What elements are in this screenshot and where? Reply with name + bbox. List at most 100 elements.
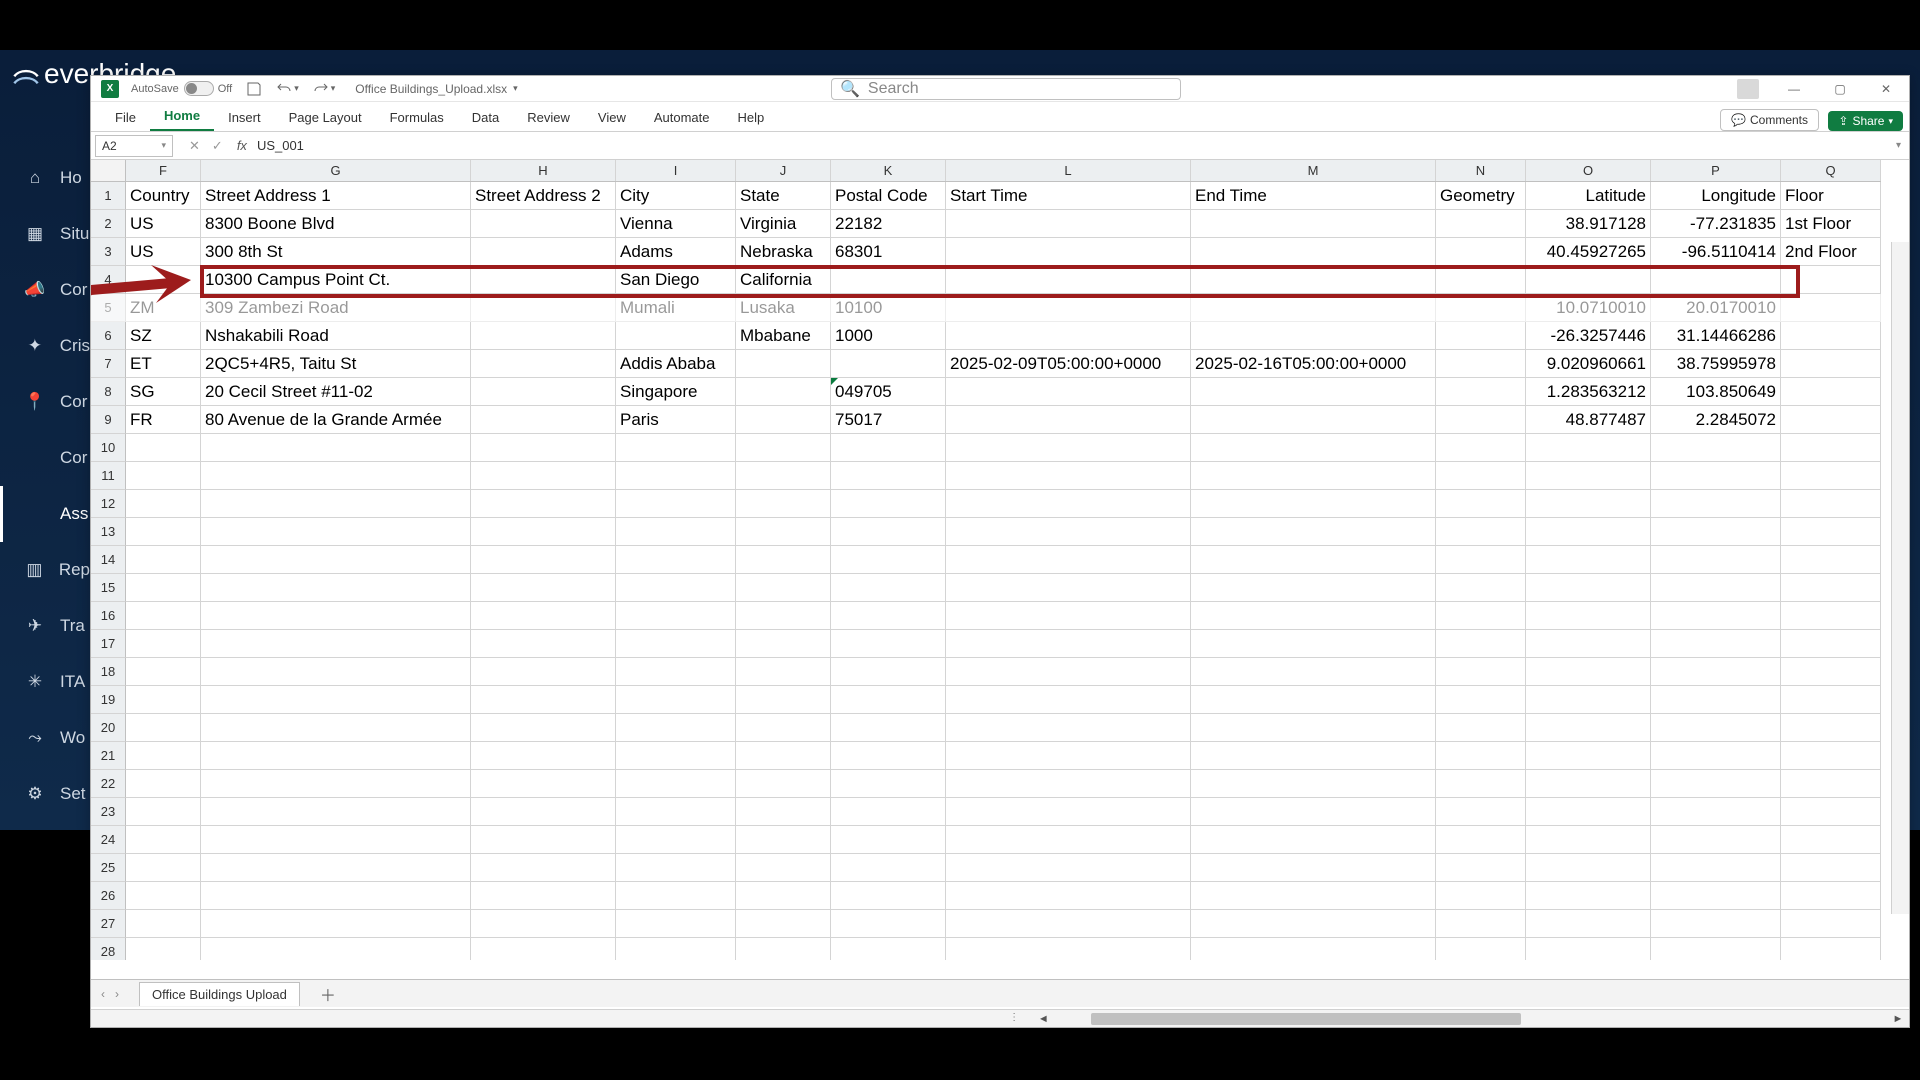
cell[interactable]: FR [126, 406, 201, 434]
cell[interactable] [831, 882, 946, 910]
cell[interactable] [616, 770, 736, 798]
cell[interactable] [616, 546, 736, 574]
cell[interactable] [471, 882, 616, 910]
column-header-P[interactable]: P [1651, 160, 1781, 181]
cell[interactable] [126, 574, 201, 602]
cell[interactable]: 10300 Campus Point Ct. [201, 266, 471, 294]
cell[interactable] [126, 910, 201, 938]
cell[interactable] [946, 378, 1191, 406]
select-all-corner[interactable] [91, 160, 126, 181]
cell[interactable] [1526, 686, 1651, 714]
cell[interactable] [616, 938, 736, 960]
cell[interactable]: 20.0170010 [1651, 294, 1781, 322]
cell[interactable]: Paris [616, 406, 736, 434]
cell[interactable] [1191, 546, 1436, 574]
cell[interactable] [946, 882, 1191, 910]
cell[interactable] [946, 322, 1191, 350]
row-header[interactable]: 18 [91, 658, 126, 686]
cell[interactable]: Nebraska [736, 238, 831, 266]
cell[interactable] [736, 854, 831, 882]
cell[interactable]: 75017 [831, 406, 946, 434]
cell[interactable] [946, 686, 1191, 714]
ribbon-tab-data[interactable]: Data [458, 104, 513, 131]
spreadsheet-grid[interactable]: FGHIJKLMNOPQ 1CountryStreet Address 1Str… [91, 160, 1909, 960]
cell[interactable] [1781, 686, 1881, 714]
row-header[interactable]: 26 [91, 882, 126, 910]
cell[interactable] [1436, 770, 1526, 798]
cell[interactable] [1526, 546, 1651, 574]
cell[interactable] [1651, 658, 1781, 686]
cell[interactable]: Longitude [1651, 182, 1781, 210]
cell[interactable] [1436, 798, 1526, 826]
cell[interactable] [1526, 630, 1651, 658]
cell[interactable] [736, 938, 831, 960]
user-avatar[interactable] [1737, 79, 1759, 99]
cell[interactable] [1191, 826, 1436, 854]
cell[interactable]: City [616, 182, 736, 210]
cell[interactable] [1781, 350, 1881, 378]
vertical-scrollbar[interactable] [1891, 242, 1909, 914]
cell[interactable] [946, 826, 1191, 854]
ribbon-tab-help[interactable]: Help [724, 104, 779, 131]
cell[interactable] [1191, 658, 1436, 686]
row-header[interactable]: 11 [91, 462, 126, 490]
comments-button[interactable]: 💬Comments [1720, 109, 1819, 131]
cell[interactable] [831, 910, 946, 938]
cell[interactable] [946, 938, 1191, 960]
cell[interactable] [1781, 546, 1881, 574]
cell[interactable] [471, 630, 616, 658]
cell[interactable] [1436, 378, 1526, 406]
cell[interactable] [201, 882, 471, 910]
cell[interactable] [616, 854, 736, 882]
ribbon-tab-view[interactable]: View [584, 104, 640, 131]
cell[interactable] [471, 686, 616, 714]
search-input[interactable]: 🔍 Search [831, 78, 1181, 100]
ribbon-tab-insert[interactable]: Insert [214, 104, 275, 131]
cell[interactable] [831, 798, 946, 826]
cell[interactable] [616, 798, 736, 826]
cell[interactable] [831, 826, 946, 854]
cell[interactable] [616, 518, 736, 546]
cell[interactable]: Geometry [1436, 182, 1526, 210]
cell[interactable] [126, 742, 201, 770]
cell[interactable] [831, 434, 946, 462]
cell[interactable] [736, 742, 831, 770]
sidebar-item-cor[interactable]: 📣Cor [0, 262, 90, 318]
row-header[interactable]: 13 [91, 518, 126, 546]
cell[interactable]: Virginia [736, 210, 831, 238]
cell[interactable]: 300 8th St [201, 238, 471, 266]
cell[interactable] [1781, 714, 1881, 742]
row-header[interactable]: 17 [91, 630, 126, 658]
cell[interactable] [126, 882, 201, 910]
cell[interactable] [126, 714, 201, 742]
cell[interactable] [126, 434, 201, 462]
cell[interactable] [616, 462, 736, 490]
cell[interactable]: Mumali [616, 294, 736, 322]
cell[interactable] [471, 854, 616, 882]
row-header[interactable]: 4 [91, 266, 126, 294]
cell[interactable]: 103.850649 [1651, 378, 1781, 406]
cell[interactable] [946, 546, 1191, 574]
cell[interactable] [1191, 406, 1436, 434]
cell[interactable] [471, 490, 616, 518]
ribbon-tab-automate[interactable]: Automate [640, 104, 724, 131]
cell[interactable] [471, 714, 616, 742]
cell[interactable]: 1000 [831, 322, 946, 350]
cell[interactable] [126, 546, 201, 574]
cell[interactable] [831, 266, 946, 294]
cell[interactable] [616, 658, 736, 686]
cell[interactable] [1651, 938, 1781, 960]
ribbon-tab-page-layout[interactable]: Page Layout [275, 104, 376, 131]
cell[interactable] [1781, 322, 1881, 350]
cell[interactable] [616, 574, 736, 602]
row-header[interactable]: 22 [91, 770, 126, 798]
cell[interactable] [1651, 462, 1781, 490]
fx-icon[interactable]: fx [237, 138, 247, 153]
cell[interactable] [1651, 770, 1781, 798]
ribbon-tab-file[interactable]: File [101, 104, 150, 131]
sidebar-item-set[interactable]: ⚙Set [0, 766, 90, 822]
cell[interactable]: 20 Cecil Street #11-02 [201, 378, 471, 406]
cell[interactable]: Postal Code [831, 182, 946, 210]
close-button[interactable]: ✕ [1863, 76, 1909, 102]
cell[interactable] [201, 630, 471, 658]
